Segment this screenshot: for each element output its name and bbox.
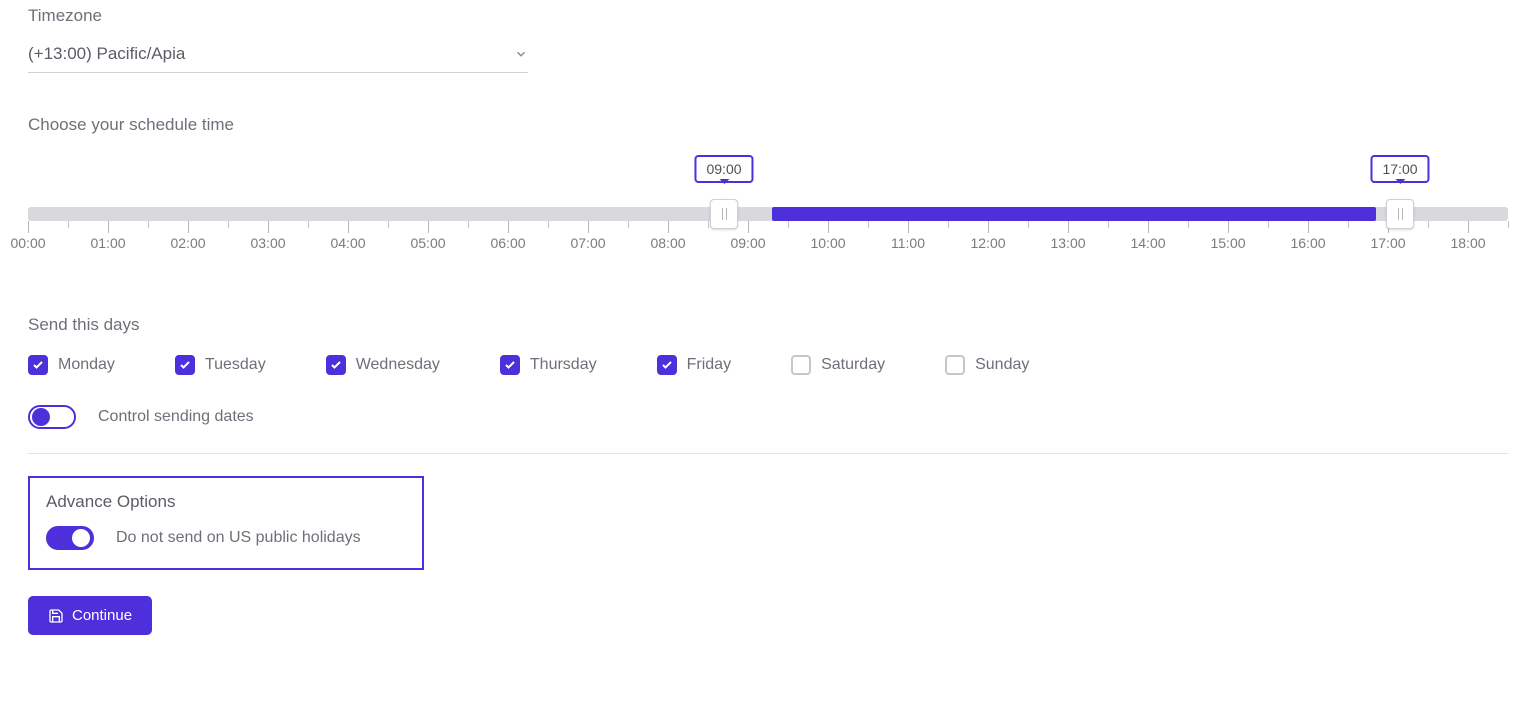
day-checkbox-sunday[interactable]: Sunday [945, 355, 1029, 375]
hour-label: 01:00 [90, 235, 125, 251]
day-checkbox-tuesday[interactable]: Tuesday [175, 355, 266, 375]
hour-label: 06:00 [490, 235, 525, 251]
day-label: Tuesday [205, 356, 266, 374]
control-dates-label: Control sending dates [98, 408, 254, 426]
start-time-bubble: 09:00 [694, 155, 753, 183]
hour-label: 05:00 [410, 235, 445, 251]
start-handle[interactable] [710, 199, 738, 229]
checkbox-icon [28, 355, 48, 375]
checkbox-icon [175, 355, 195, 375]
slider-fill [772, 207, 1376, 221]
day-label: Friday [687, 356, 731, 374]
day-checkbox-monday[interactable]: Monday [28, 355, 115, 375]
holiday-toggle[interactable] [46, 526, 94, 550]
end-time-bubble: 17:00 [1370, 155, 1429, 183]
checkbox-icon [500, 355, 520, 375]
end-handle[interactable] [1386, 199, 1414, 229]
schedule-time-label: Choose your schedule time [28, 115, 1508, 135]
day-label: Thursday [530, 356, 597, 374]
hour-label: 03:00 [250, 235, 285, 251]
checkbox-icon [657, 355, 677, 375]
timezone-select[interactable]: (+13:00) Pacific/Apia [28, 38, 528, 73]
control-dates-toggle[interactable] [28, 405, 76, 429]
day-checkbox-saturday[interactable]: Saturday [791, 355, 885, 375]
hour-label: 07:00 [570, 235, 605, 251]
hour-label: 18:00 [1450, 235, 1485, 251]
timezone-value: (+13:00) Pacific/Apia [28, 44, 185, 64]
send-days-label: Send this days [28, 315, 1508, 335]
hour-label: 09:00 [730, 235, 765, 251]
day-checkbox-thursday[interactable]: Thursday [500, 355, 597, 375]
days-row: Monday Tuesday Wednesday Thursday Friday Satu… [28, 355, 1508, 375]
divider [28, 453, 1508, 454]
hour-label: 14:00 [1130, 235, 1165, 251]
checkbox-icon [791, 355, 811, 375]
continue-button-label: Continue [72, 607, 132, 624]
checkbox-icon [326, 355, 346, 375]
chevron-down-icon [514, 47, 528, 61]
day-label: Monday [58, 356, 115, 374]
save-icon [48, 608, 64, 624]
hour-label: 04:00 [330, 235, 365, 251]
hour-label: 02:00 [170, 235, 205, 251]
hour-label: 00:00 [10, 235, 45, 251]
day-checkbox-wednesday[interactable]: Wednesday [326, 355, 440, 375]
hour-label: 10:00 [810, 235, 845, 251]
day-checkbox-friday[interactable]: Friday [657, 355, 731, 375]
continue-button[interactable]: Continue [28, 596, 152, 635]
day-label: Saturday [821, 356, 885, 374]
control-dates-row: Control sending dates [28, 405, 1508, 429]
hour-label: 15:00 [1210, 235, 1245, 251]
holiday-toggle-label: Do not send on US public holidays [116, 529, 361, 547]
time-range-slider[interactable]: 00:0001:0002:0003:0004:0005:0006:0007:00… [28, 185, 1508, 255]
hour-label: 13:00 [1050, 235, 1085, 251]
hour-label: 08:00 [650, 235, 685, 251]
day-label: Wednesday [356, 356, 440, 374]
advance-options-title: Advance Options [46, 492, 406, 512]
timezone-label: Timezone [28, 6, 1508, 26]
day-label: Sunday [975, 356, 1029, 374]
hour-label: 12:00 [970, 235, 1005, 251]
advance-options-panel: Advance Options Do not send on US public… [28, 476, 424, 570]
hour-label: 17:00 [1370, 235, 1405, 251]
checkbox-icon [945, 355, 965, 375]
hour-label: 16:00 [1290, 235, 1325, 251]
hour-label: 11:00 [891, 235, 925, 251]
